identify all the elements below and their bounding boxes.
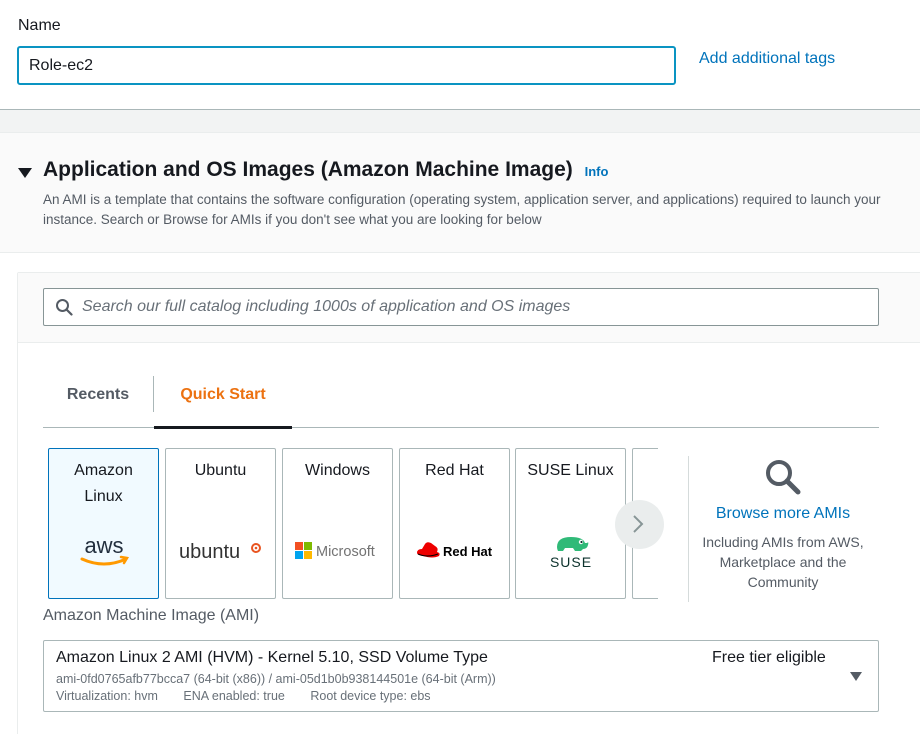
os-tile-label: Windows <box>305 462 370 479</box>
ami-section-title: Application and OS Images (Amazon Machin… <box>43 158 608 182</box>
ami-search-input[interactable] <box>82 289 872 325</box>
ami-select-label: Amazon Machine Image (AMI) <box>43 607 260 624</box>
search-box[interactable] <box>43 288 879 326</box>
ami-title-text: Application and OS Images (Amazon Machin… <box>43 158 573 181</box>
os-tile-amazon-linux[interactable]: Amazon Linux aws <box>48 448 159 599</box>
os-tile-label: SUSE Linux <box>527 462 614 479</box>
add-additional-tags-link[interactable]: Add additional tags <box>699 50 835 68</box>
suse-logo-text: SUSE <box>549 554 591 570</box>
aws-logo-icon: aws <box>49 531 158 571</box>
os-tile-label: Ubuntu <box>194 462 247 479</box>
os-tile-ubuntu[interactable]: Ubuntu ubuntu <box>165 448 276 599</box>
free-tier-badge: Free tier eligible <box>712 649 826 666</box>
tab-quick-start[interactable]: Quick Start <box>154 376 292 428</box>
name-input[interactable] <box>17 46 676 85</box>
name-label: Name <box>18 17 61 34</box>
microsoft-logo-icon: Microsoft <box>283 531 392 571</box>
ami-virtualization: Virtualization: hvm <box>56 689 158 703</box>
os-tile-suse-linux[interactable]: SUSE Linux SUSE <box>515 448 626 599</box>
browse-divider <box>688 456 689 602</box>
ami-tabs: Recents Quick Start <box>43 376 879 429</box>
collapse-caret-icon[interactable] <box>18 168 32 178</box>
ami-select[interactable]: Amazon Linux 2 AMI (HVM) - Kernel 5.10, … <box>43 640 879 712</box>
os-tile-red-hat[interactable]: Red Hat Red Hat <box>399 448 510 599</box>
ubuntu-logo-text: ubuntu <box>179 541 240 563</box>
browse-description: Including AMIs from AWS, Marketplace and… <box>702 534 864 590</box>
ami-root-device: Root device type: ebs <box>310 689 431 703</box>
browse-more-amis: Browse more AMIs Including AMIs from AWS… <box>698 453 868 592</box>
suse-logo-icon: SUSE <box>516 531 625 571</box>
search-icon <box>56 299 73 316</box>
os-tiles: Amazon Linux aws Ubuntu ubuntu Windows M… <box>48 448 658 600</box>
selected-ami-ids: ami-0fd0765afb77bcca7 (64-bit (x86)) / a… <box>56 672 496 686</box>
section-separator <box>0 110 920 132</box>
aws-logo-text: aws <box>84 533 123 558</box>
search-icon <box>766 460 801 495</box>
ami-ena: ENA enabled: true <box>183 689 285 703</box>
next-tiles-button[interactable] <box>615 500 664 549</box>
browse-more-amis-link[interactable]: Browse more AMIs <box>698 505 868 523</box>
selected-ami-name: Amazon Linux 2 AMI (HVM) - Kernel 5.10, … <box>56 649 488 666</box>
search-area <box>18 273 920 343</box>
chevron-right-icon <box>633 515 644 533</box>
ami-card: Recents Quick Start Amazon Linux aws Ubu… <box>17 272 920 734</box>
info-link[interactable]: Info <box>585 164 609 179</box>
os-tile-windows[interactable]: Windows Microsoft <box>282 448 393 599</box>
ubuntu-logo-icon: ubuntu <box>166 531 275 571</box>
selected-ami-meta: Virtualization: hvm ENA enabled: true Ro… <box>56 689 453 703</box>
ami-section-header: Application and OS Images (Amazon Machin… <box>0 132 920 253</box>
active-tab-indicator <box>154 426 292 429</box>
os-tile-label: Amazon Linux <box>74 462 133 505</box>
ami-section-description: An AMI is a template that contains the s… <box>43 192 881 227</box>
redhat-logo-icon: Red Hat <box>400 531 509 571</box>
tab-recents[interactable]: Recents <box>43 376 153 428</box>
os-tile-label: Red Hat <box>425 462 484 479</box>
caret-down-icon[interactable] <box>850 672 862 681</box>
name-section: Name Add additional tags <box>0 0 920 110</box>
microsoft-logo-text: Microsoft <box>316 544 375 560</box>
redhat-logo-text: Red Hat <box>443 544 493 559</box>
